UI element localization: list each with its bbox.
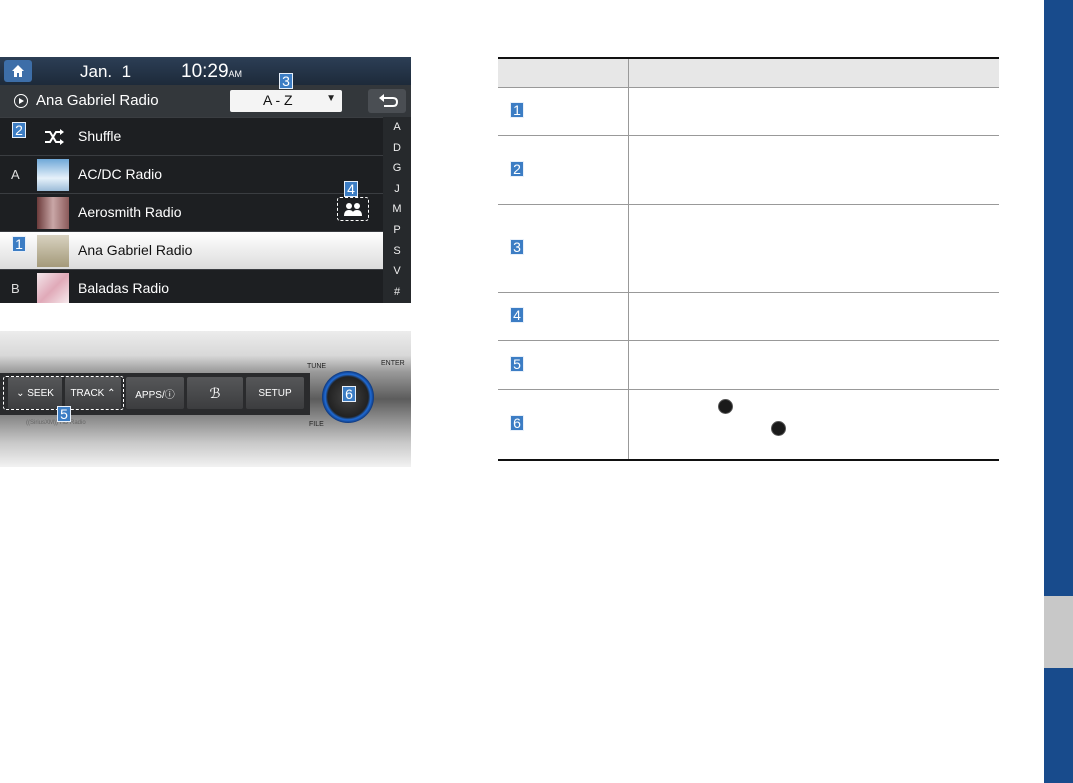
table-header-cell [628, 57, 999, 88]
table-row: 4 [498, 292, 999, 341]
table-cell-marker: 1 [498, 87, 629, 136]
table-cell-description [628, 135, 999, 205]
chapter-tab-active [1044, 596, 1073, 668]
list-item[interactable]: Aerosmith Radio [0, 193, 383, 231]
clock-ampm: AM [228, 69, 243, 79]
marker: 4 [510, 307, 524, 323]
back-button[interactable] [368, 89, 406, 113]
setup-label: SETUP [258, 387, 292, 399]
alpha-index-item[interactable]: J [383, 179, 411, 200]
table-cell-description [628, 389, 999, 461]
table-row: 6 [498, 389, 999, 461]
sort-value: A - Z [263, 92, 293, 108]
table-cell-marker: 5 [498, 340, 629, 390]
marker: 2 [510, 160, 524, 177]
list-item[interactable]: B Baladas Radio [0, 269, 383, 303]
table-row: 5 [498, 340, 999, 390]
marker-5: 5 [57, 406, 71, 422]
alpha-index-item[interactable]: P [383, 220, 411, 241]
home-icon [12, 65, 24, 77]
manual-page: Jan. 1 10:29AM Ana Gabriel Radio A - Z ▼… [0, 0, 1073, 783]
table-row: 1 [498, 87, 999, 136]
list-item-name: Baladas Radio [78, 280, 170, 296]
status-date: Jan. 1 [80, 62, 132, 81]
album-art [37, 197, 69, 229]
home-button[interactable] [4, 60, 32, 82]
list-item-name: Ana Gabriel Radio [78, 242, 193, 258]
alpha-index-item[interactable]: G [383, 158, 411, 179]
alpha-index-item[interactable]: M [383, 199, 411, 220]
table-cell-description [628, 87, 999, 136]
description-table: 1 2 3 4 5 6 [498, 57, 999, 461]
apps-button[interactable]: APPS/ⓘ [126, 377, 184, 409]
sort-dropdown[interactable]: A - Z ▼ [230, 90, 342, 112]
title-bar: Ana Gabriel Radio A - Z ▼ [0, 85, 411, 117]
marker: 1 [510, 102, 524, 118]
alpha-index-item[interactable]: # [383, 282, 411, 303]
chapter-tab-top [1044, 0, 1073, 596]
marker-3: 3 [279, 73, 293, 89]
marker-1: 1 [12, 236, 26, 252]
status-bar: Jan. 1 10:29AM [0, 57, 411, 85]
brand-text: ((SiriusXM)) HD Radio [26, 420, 86, 426]
marker: 5 [510, 355, 524, 372]
table-cell-marker: 2 [498, 135, 629, 205]
tune-label: TUNE [307, 363, 327, 370]
bluelink-button[interactable]: ℬ [187, 377, 243, 409]
list-item-name: Shuffle [78, 128, 122, 144]
alphabet-index[interactable]: A D G J M P S V # [383, 117, 411, 303]
status-time: 10:29AM [181, 61, 242, 83]
shuffle-icon [45, 129, 64, 145]
dropdown-arrow-icon: ▼ [326, 93, 336, 104]
table-header-cell [498, 57, 629, 88]
list-item-name: AC/DC Radio [78, 166, 163, 182]
marker: 3 [510, 239, 524, 255]
chapter-tab-bottom [1044, 668, 1073, 783]
marker-2: 2 [12, 122, 26, 138]
table-cell-marker: 6 [498, 389, 629, 461]
marker-6: 6 [342, 386, 356, 402]
list-item-selected[interactable]: Ana Gabriel Radio [0, 231, 383, 269]
album-art [37, 159, 69, 191]
marker: 6 [510, 415, 524, 432]
table-cell-description [628, 340, 999, 390]
setup-button[interactable]: SETUP [246, 377, 304, 409]
table-row: 3 [498, 204, 999, 293]
radio-screen: Jan. 1 10:29AM Ana Gabriel Radio A - Z ▼… [0, 57, 411, 303]
file-label: FILE [309, 421, 324, 428]
table-header-row [498, 57, 999, 88]
seek-track-highlight [3, 376, 124, 410]
bluelink-icon: ℬ [209, 384, 221, 401]
list-item-name: Aerosmith Radio [78, 204, 182, 220]
table-cell-description [628, 292, 999, 341]
enter-label: ENTER [381, 360, 405, 367]
list-item-shuffle[interactable]: Shuffle [0, 117, 383, 155]
knob-dot-icon [770, 420, 786, 436]
apps-label: APPS/ⓘ [135, 389, 175, 401]
index-letter: A [11, 167, 20, 182]
list-item[interactable]: A AC/DC Radio [0, 155, 383, 193]
station-list: Shuffle A AC/DC Radio Aerosmith Radio An… [0, 117, 383, 303]
knob-dot-icon [717, 398, 733, 414]
play-circle-icon [14, 94, 28, 108]
table-cell-marker: 4 [498, 292, 629, 341]
artist-view-button[interactable] [337, 197, 369, 221]
alpha-index-item[interactable]: V [383, 261, 411, 282]
alpha-index-item[interactable]: D [383, 138, 411, 159]
table-cell-description [628, 204, 999, 293]
back-arrow-icon [379, 94, 399, 107]
table-cell-marker: 3 [498, 204, 629, 293]
index-letter: B [11, 281, 20, 296]
album-art [37, 273, 69, 303]
alpha-index-item[interactable]: S [383, 241, 411, 262]
artist-icon [344, 203, 362, 216]
marker-4: 4 [344, 181, 358, 197]
clock-time: 10:29 [181, 61, 229, 82]
table-row: 2 [498, 135, 999, 205]
alpha-index-item[interactable]: A [383, 117, 411, 138]
now-playing-title: Ana Gabriel Radio [36, 92, 159, 109]
album-art [37, 235, 69, 267]
